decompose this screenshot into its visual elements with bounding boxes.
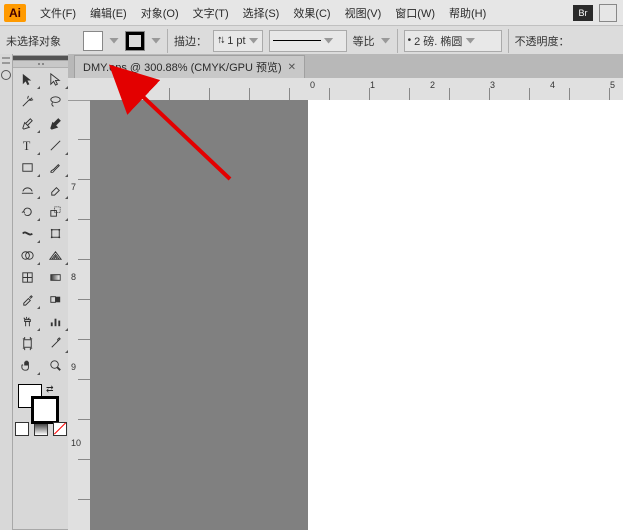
shape-builder-tool[interactable] [13,244,41,266]
separator [508,29,509,53]
opacity-label: 不透明度： [515,33,570,49]
menu-window[interactable]: 窗口(W) [389,2,441,24]
menu-file[interactable]: 文件(F) [34,2,82,24]
brush-label: 2 磅. 椭圆 [414,33,462,49]
symbol-sprayer-tool[interactable] [13,310,41,332]
selection-tool[interactable] [13,68,41,90]
stock-badge[interactable] [599,4,617,22]
menu-type[interactable]: 文字(T) [187,2,235,24]
menu-edit[interactable]: 编辑(E) [84,2,133,24]
ruler-row: 0 1 2 3 4 5 [68,78,623,101]
menu-select[interactable]: 选择(S) [237,2,286,24]
color-mode-gradient[interactable] [34,422,48,436]
column-graph-tool[interactable] [41,310,69,332]
color-mode-none[interactable] [53,422,67,436]
ruler-column: 7 8 9 10 [68,78,91,530]
stroke-weight-dropdown[interactable]: ⮁ 1 pt [213,30,263,52]
slice-tool[interactable] [41,332,69,354]
shaper-tool[interactable] [13,178,41,200]
mesh-tool[interactable] [13,266,41,288]
blend-tool[interactable] [41,288,69,310]
menu-bar: Ai 文件(F) 编辑(E) 对象(O) 文字(T) 选择(S) 效果(C) 视… [0,0,623,25]
close-tab-icon[interactable]: ✕ [288,62,296,73]
swap-colors-icon[interactable]: ⇄ [46,384,54,395]
control-bar: 未选择对象 描边： ⮁ 1 pt 等比 • 2 磅. 椭圆 不透明度： [0,25,623,56]
ruler-tick: 9 [71,362,76,372]
type-tool[interactable]: T [13,134,41,156]
scale-label[interactable]: 等比 [353,33,375,49]
canvas-area[interactable] [90,100,623,530]
rectangle-tool[interactable] [13,156,41,178]
ruler-tick: 0 [310,80,315,90]
ruler-tick: 10 [71,438,81,448]
ruler-tick: 2 [430,80,435,90]
direct-selection-tool[interactable] [41,68,69,90]
hand-tool[interactable] [13,354,41,376]
chevron-down-icon [465,38,475,44]
chevron-down-icon[interactable] [381,38,391,44]
paintbrush-tool[interactable] [41,156,69,178]
perspective-grid-tool[interactable] [41,244,69,266]
stroke-swatch[interactable] [125,31,145,51]
menu-help[interactable]: 帮助(H) [443,2,492,24]
stroke-color[interactable] [31,396,59,424]
stroke-weight-value: 1 pt [227,35,245,47]
document-tab[interactable]: DMY.eps @ 300.88% (CMYK/GPU 预览) ✕ [74,55,305,79]
pen-tool[interactable] [13,112,41,134]
tools-panel: T ⇄ [12,60,70,530]
document-tab-title: DMY.eps @ 300.88% (CMYK/GPU 预览) [83,59,282,75]
gradient-tool[interactable] [41,266,69,288]
menu-view[interactable]: 视图(V) [339,2,388,24]
ai-logo: Ai [4,4,26,22]
ruler-tick: 1 [370,80,375,90]
horizontal-ruler[interactable]: 0 1 2 3 4 5 [90,78,623,100]
line-sample-icon [273,40,321,41]
ruler-tick: 5 [610,80,615,90]
zoom-tool[interactable] [41,354,69,376]
ruler-tick: 8 [71,272,76,282]
line-segment-tool[interactable] [41,134,69,156]
scale-tool[interactable] [41,200,69,222]
ruler-tick: 4 [550,80,555,90]
stroke-label: 描边： [174,33,207,49]
magic-wand-tool[interactable] [13,90,41,112]
rotate-tool[interactable] [13,200,41,222]
artboard[interactable] [308,100,623,530]
lasso-tool[interactable] [41,90,69,112]
stroke-style-dropdown[interactable] [269,30,347,52]
document-tab-bar: DMY.eps @ 300.88% (CMYK/GPU 预览) ✕ [68,54,623,79]
free-transform-tool[interactable] [41,222,69,244]
width-tool[interactable] [13,222,41,244]
color-mode-solid[interactable] [15,422,29,436]
separator [167,29,168,53]
menu-effect[interactable]: 效果(C) [287,2,336,24]
svg-text:T: T [22,139,30,153]
ruler-tick: 3 [490,80,495,90]
eyedropper-tool[interactable] [13,288,41,310]
chevron-down-icon [324,38,334,44]
vertical-ruler[interactable]: 7 8 9 10 [68,100,90,530]
fill-swatch[interactable] [83,31,103,51]
chevron-down-icon [249,38,259,44]
menu-object[interactable]: 对象(O) [135,2,185,24]
fill-dropdown-icon[interactable] [109,38,119,44]
no-selection-label: 未选择对象 [6,33,61,49]
color-picker[interactable]: ⇄ [13,382,69,418]
brush-dropdown[interactable]: • 2 磅. 椭圆 [404,30,502,52]
artboard-tool[interactable] [13,332,41,354]
separator [397,29,398,53]
stroke-dropdown-icon[interactable] [151,38,161,44]
curvature-tool[interactable] [41,112,69,134]
bridge-badge[interactable]: Br [573,5,593,21]
ruler-tick: 7 [71,182,76,192]
eraser-tool[interactable] [41,178,69,200]
